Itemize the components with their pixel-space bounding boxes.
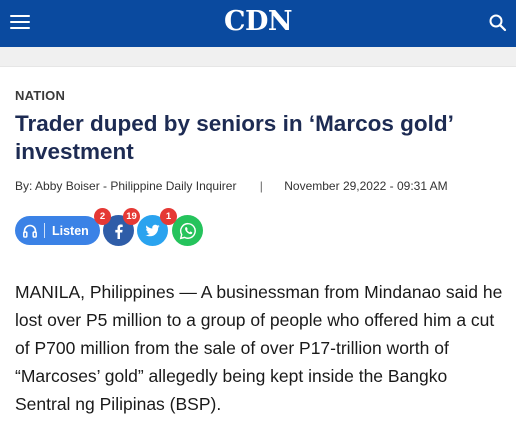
top-navigation-bar: CDN <box>0 0 516 47</box>
listen-divider <box>44 223 45 238</box>
hamburger-menu-icon[interactable] <box>10 15 30 31</box>
site-logo-text[interactable]: CDN <box>224 6 293 37</box>
section-label[interactable]: NATION <box>15 88 65 103</box>
twitter-icon <box>145 224 160 237</box>
whatsapp-count-badge: 1 <box>160 208 177 225</box>
site-logo: CDN <box>0 6 516 37</box>
sub-navigation-strip <box>0 47 516 67</box>
author-credit: By: Abby Boiser - Philippine Daily Inqui… <box>15 179 237 193</box>
facebook-icon <box>114 224 123 239</box>
byline-separator: | <box>259 179 263 193</box>
whatsapp-icon <box>179 222 196 239</box>
article-byline: By: Abby Boiser - Philippine Daily Inqui… <box>15 179 505 193</box>
listen-label: Listen <box>52 223 89 238</box>
article-headline: Trader duped by seniors in ‘Marcos gold’… <box>15 111 453 164</box>
article-body-paragraph: MANILA, Philippines — A businessman from… <box>15 282 503 414</box>
facebook-count-badge: 2 <box>94 208 111 225</box>
search-icon[interactable] <box>488 13 508 33</box>
headphones-icon <box>23 224 37 238</box>
publish-date: November 29,2022 - 09:31 AM <box>284 179 448 193</box>
twitter-count-badge: 19 <box>123 208 140 225</box>
listen-button[interactable]: Listen <box>15 216 100 245</box>
whatsapp-share-button[interactable] <box>172 215 203 246</box>
